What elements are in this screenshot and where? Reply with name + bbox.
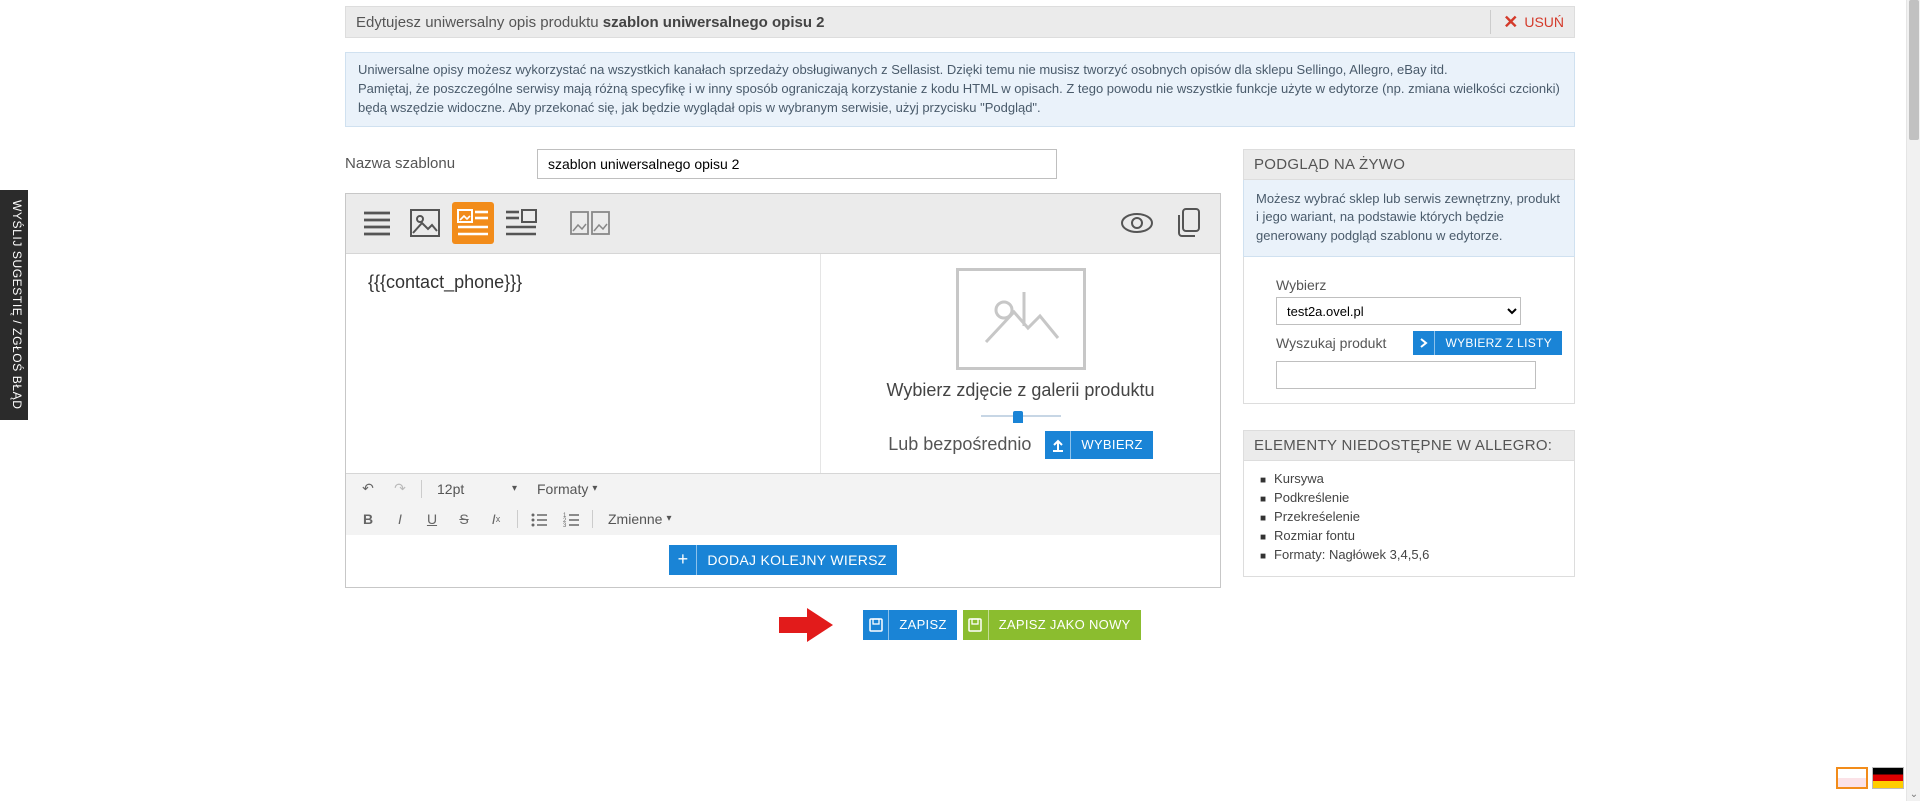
- layout-toolbar: [346, 194, 1220, 254]
- preview-panel-header: PODGLĄD NA ŻYWO: [1243, 149, 1575, 180]
- save-icon: [863, 610, 889, 640]
- search-label: Wyszukaj produkt: [1276, 335, 1386, 351]
- layout-text-only-icon[interactable]: [356, 202, 398, 244]
- flag-pl[interactable]: [1836, 767, 1868, 789]
- layout-text-image-icon[interactable]: [452, 202, 494, 244]
- template-name-label: Nazwa szablonu: [345, 155, 525, 172]
- shop-select[interactable]: test2a.ovel.pl: [1276, 297, 1521, 325]
- layout-image-text-icon[interactable]: [500, 202, 542, 244]
- svg-text:3: 3: [563, 523, 567, 529]
- bullet-list-button[interactable]: [525, 506, 553, 532]
- unavailable-panel-header: ELEMENTY NIEDOSTĘPNE W ALLEGRO:: [1243, 430, 1575, 461]
- clear-format-button[interactable]: Ix: [482, 506, 510, 532]
- formats-dropdown[interactable]: Formaty▾: [529, 481, 605, 497]
- list-item: Podkreślenie: [1260, 488, 1562, 507]
- list-item: Formaty: Nagłówek 3,4,5,6: [1260, 545, 1562, 564]
- upload-icon: [1045, 431, 1071, 459]
- editor-image-pane: Wybierz zdjęcie z galerii produktu Lub b…: [820, 254, 1220, 473]
- image-placeholder-icon[interactable]: [956, 268, 1086, 370]
- redo-button[interactable]: ↷: [386, 476, 414, 502]
- choose-image-button[interactable]: WYBIERZ: [1045, 431, 1152, 459]
- flag-de[interactable]: [1872, 767, 1904, 789]
- format-toolbar: ↶ ↷ 12pt▾ Formaty▾ B I U: [346, 473, 1220, 535]
- list-item: Rozmiar fontu: [1260, 526, 1562, 545]
- language-switcher: [1836, 767, 1904, 789]
- page-header: Edytujesz uniwersalny opis produktu szab…: [345, 6, 1575, 38]
- layout-double-image-icon[interactable]: [566, 202, 614, 244]
- layout-image-only-icon[interactable]: [404, 202, 446, 244]
- scroll-down-icon[interactable]: ⌄: [1907, 787, 1920, 801]
- underline-button[interactable]: U: [418, 506, 446, 532]
- preview-info: Możesz wybrać sklep lub serwis zewnętrzn…: [1243, 180, 1575, 258]
- page-title: Edytujesz uniwersalny opis produktu szab…: [356, 14, 825, 31]
- italic-button[interactable]: I: [386, 506, 414, 532]
- bold-button[interactable]: B: [354, 506, 382, 532]
- close-icon: ✕: [1503, 12, 1518, 33]
- scrollbar-thumb[interactable]: [1909, 0, 1919, 140]
- delete-button[interactable]: ✕ USUŃ: [1490, 10, 1564, 34]
- plus-icon: +: [669, 545, 697, 575]
- strike-button[interactable]: S: [450, 506, 478, 532]
- preview-icon[interactable]: [1116, 202, 1158, 244]
- editor: {{{contact_phone}}} Wybierz zdjęcie z ga…: [345, 193, 1221, 588]
- list-item: Kursywa: [1260, 469, 1562, 488]
- editor-text-pane[interactable]: {{{contact_phone}}}: [346, 254, 820, 473]
- arrow-annotation: [779, 610, 837, 640]
- search-product-input[interactable]: [1276, 361, 1536, 389]
- save-as-new-button[interactable]: ZAPISZ JAKO NOWY: [963, 610, 1141, 640]
- add-row-button[interactable]: + DODAJ KOLEJNY WIERSZ: [669, 545, 896, 575]
- or-text: Lub bezpośrednio: [888, 434, 1031, 455]
- number-list-button[interactable]: 123: [557, 506, 585, 532]
- info-banner: Uniwersalne opisy możesz wykorzystać na …: [345, 52, 1575, 127]
- undo-button[interactable]: ↶: [354, 476, 382, 502]
- scrollbar[interactable]: ⌄: [1906, 0, 1920, 801]
- image-size-slider[interactable]: [981, 411, 1061, 421]
- chevron-right-icon: [1413, 331, 1435, 355]
- feedback-tab[interactable]: WYŚLIJ SUGESTIĘ / ZGŁOŚ BŁĄD: [0, 190, 28, 420]
- copy-icon[interactable]: [1168, 202, 1210, 244]
- save-button[interactable]: ZAPISZ: [863, 610, 956, 640]
- template-name-input[interactable]: [537, 149, 1057, 179]
- save-icon: [963, 610, 989, 640]
- variables-dropdown[interactable]: Zmienne▾: [600, 511, 680, 527]
- list-item: Przekreśelenie: [1260, 507, 1562, 526]
- font-size-dropdown[interactable]: 12pt▾: [429, 481, 525, 497]
- choose-from-list-button[interactable]: WYBIERZ Z LISTY: [1413, 331, 1562, 355]
- select-label: Wybierz: [1276, 277, 1562, 293]
- unavailable-list: Kursywa Podkreślenie Przekreśelenie Rozm…: [1243, 461, 1575, 577]
- image-caption: Wybierz zdjęcie z galerii produktu: [887, 380, 1155, 401]
